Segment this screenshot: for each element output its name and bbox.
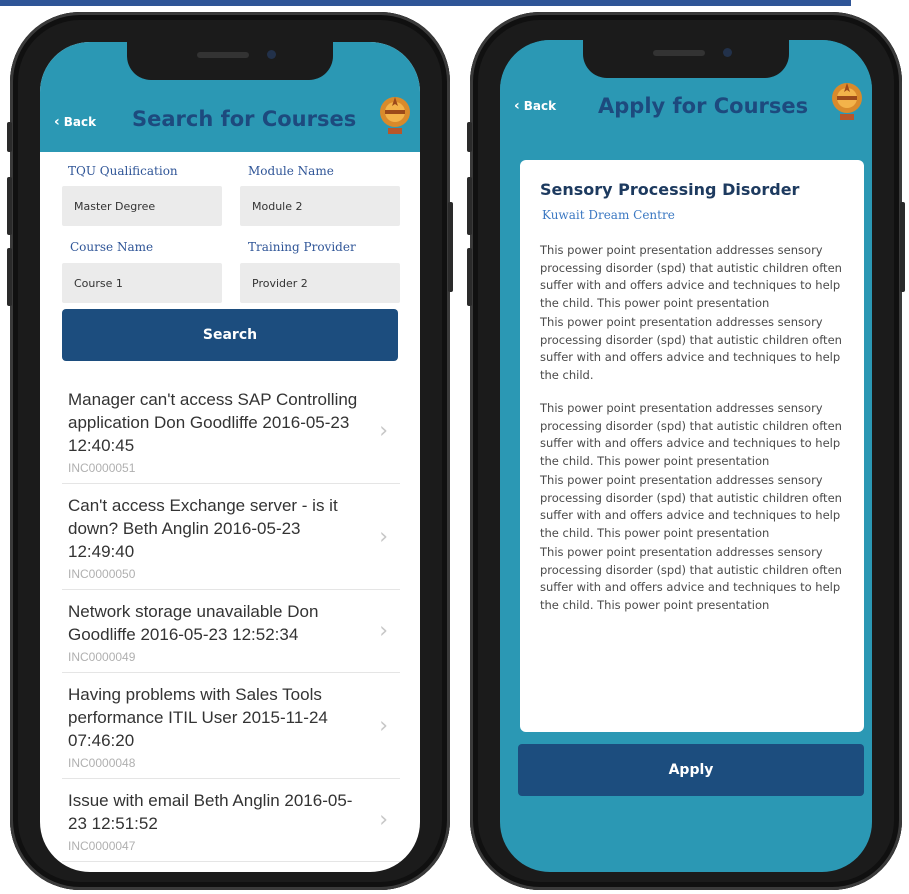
chevron-right-icon: ›	[379, 418, 388, 443]
phone-right: ‹ Back Apply for Courses Sensory Processi…	[467, 12, 905, 890]
provider-field[interactable]: Provider 2	[240, 263, 400, 303]
item-title: Manager can't access SAP Controlling app…	[68, 390, 358, 455]
description-paragraph: This power point presentation addresses …	[540, 545, 842, 612]
volume-down-button	[467, 248, 472, 306]
chevron-right-icon: ›	[379, 618, 388, 644]
top-strip	[0, 0, 851, 6]
course-title: Sensory Processing Disorder	[540, 180, 800, 199]
item-title: Can't access Exchange server - is it dow…	[68, 496, 338, 561]
volume-down-button	[7, 248, 12, 306]
qualification-field[interactable]: Master Degree	[62, 186, 222, 226]
apply-button[interactable]: Apply	[518, 744, 864, 796]
phone-left: ‹ Back Search for Courses TQU Qualificati…	[7, 12, 453, 890]
results-list: Manager can't access SAP Controlling app…	[62, 378, 400, 862]
module-field[interactable]: Module 2	[240, 186, 400, 226]
search-screen: ‹ Back Search for Courses TQU Qualificati…	[40, 42, 420, 872]
provider-name: Kuwait Dream Centre	[542, 208, 675, 222]
emblem-icon	[832, 83, 862, 120]
list-item[interactable]: Manager can't access SAP Controlling app…	[62, 378, 400, 484]
volume-up-button	[7, 177, 12, 235]
item-title: Having problems with Sales Tools perform…	[68, 685, 328, 750]
mute-switch	[467, 122, 472, 152]
page-title: Apply for Courses	[598, 94, 809, 118]
item-id: INC0000048	[68, 756, 136, 770]
item-id: INC0000050	[68, 567, 136, 581]
power-button	[448, 202, 453, 292]
description-paragraph: This power point presentation addresses …	[540, 243, 842, 310]
apply-screen: ‹ Back Apply for Courses Sensory Processi…	[500, 40, 872, 872]
course-label: Course Name	[70, 240, 154, 254]
chevron-right-icon: ›	[379, 524, 388, 549]
back-label: Back	[523, 99, 557, 113]
description-paragraph: This power point presentation addresses …	[540, 473, 842, 540]
item-id: INC0000047	[68, 839, 136, 853]
description-paragraph: This power point presentation addresses …	[540, 401, 842, 468]
back-button[interactable]: ‹ Back	[54, 114, 96, 130]
chevron-left-icon: ‹	[54, 114, 60, 130]
power-button	[900, 202, 905, 292]
qualification-label: TQU Qualification	[68, 164, 178, 178]
emblem-icon	[380, 97, 410, 134]
module-label: Module Name	[248, 164, 334, 178]
back-button[interactable]: ‹ Back	[514, 98, 556, 114]
chevron-left-icon: ‹	[514, 98, 520, 114]
description-paragraph: This power point presentation addresses …	[540, 315, 842, 382]
course-field[interactable]: Course 1	[62, 263, 222, 303]
item-title: Issue with email Beth Anglin 2016-05-23 …	[68, 791, 353, 833]
notch	[583, 40, 789, 78]
chevron-right-icon: ›	[379, 807, 388, 833]
volume-up-button	[467, 177, 472, 235]
back-label: Back	[63, 115, 97, 129]
chevron-right-icon: ›	[379, 713, 388, 738]
list-item[interactable]: Having problems with Sales Tools perform…	[62, 673, 400, 779]
provider-label: Training Provider	[248, 240, 356, 254]
course-card: Sensory Processing Disorder Kuwait Dream…	[520, 160, 864, 732]
page-title: Search for Courses	[132, 107, 357, 131]
list-item[interactable]: Can't access Exchange server - is it dow…	[62, 484, 400, 590]
item-id: INC0000049	[68, 650, 136, 664]
mute-switch	[7, 122, 12, 152]
notch	[127, 42, 333, 80]
course-description: This power point presentation addresses …	[540, 242, 848, 614]
item-id: INC0000051	[68, 461, 136, 475]
list-item[interactable]: Network storage unavailable Don Goodliff…	[62, 590, 400, 673]
search-button[interactable]: Search	[62, 309, 398, 361]
item-title: Network storage unavailable Don Goodliff…	[68, 602, 319, 644]
list-item[interactable]: Issue with email Beth Anglin 2016-05-23 …	[62, 779, 400, 862]
